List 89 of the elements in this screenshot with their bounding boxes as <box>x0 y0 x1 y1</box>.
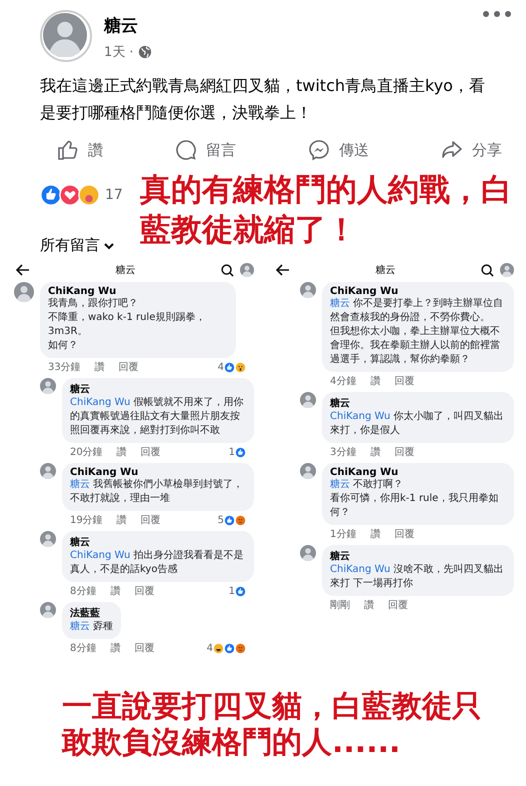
reply-link[interactable]: 回覆 <box>394 374 414 388</box>
comment-text: 看你可憐，你用k-1 rule，我只用拳如何？ <box>330 492 500 520</box>
more-options-icon[interactable] <box>482 10 512 18</box>
comment-text: 不降重，wako k-1 rule規則踢拳，3m3R。 <box>48 311 206 339</box>
comment-text: 糖云 你不是要打拳上？到時主辦單位自然會查核我的身份證，不勞你費心。 <box>330 297 504 325</box>
post-text: 我在這邊正式約戰青鳥網紅四叉貓，twitch青鳥直播主kyo，看是要打哪種格鬥隨便你選，決戰拳上！ <box>40 75 486 124</box>
speech-bubble-icon <box>174 138 198 162</box>
like-link[interactable]: 讚 <box>370 527 380 541</box>
commenter-name: ChiKang Wu <box>70 467 140 478</box>
post-time: 1天 · <box>104 44 134 61</box>
like-link[interactable]: 讚 <box>94 360 105 374</box>
globe-icon <box>138 45 152 59</box>
reply-link[interactable]: 回覆 <box>140 445 161 459</box>
comment-time: 3分鐘 <box>330 446 356 459</box>
comment-text: ChiKang Wu 沒啥不敢，先叫四叉貓出來打 下一場再打你 <box>330 563 505 591</box>
comment-time: 20分鐘 <box>70 446 103 459</box>
comment-time: 8分鐘 <box>70 642 96 655</box>
comment-text: 糖云 不敢打啊？ <box>330 478 404 492</box>
avatar <box>300 545 316 561</box>
messenger-icon <box>307 138 331 162</box>
comment-filter-dropdown[interactable]: 所有留言 <box>40 236 140 255</box>
reaction-count: 17 <box>105 187 123 203</box>
reaction-count: 1 <box>228 446 235 458</box>
comment-button[interactable]: 留言 <box>174 138 236 162</box>
screenshot-title: 糖云 <box>114 264 136 277</box>
commenter-name: 法藍藍 <box>70 606 101 620</box>
reply-link[interactable]: 回覆 <box>394 445 414 459</box>
comment-text: ChiKang Wu 你太小咖了，叫四叉貓出來打，你是假人 <box>330 410 505 438</box>
chevron-down-icon <box>104 242 114 250</box>
reply-link[interactable]: 回覆 <box>118 360 139 374</box>
commenter-name: ChiKang Wu <box>330 286 400 297</box>
like-link[interactable]: 讚 <box>110 584 120 598</box>
avatar <box>240 263 254 277</box>
like-link[interactable]: 讚 <box>364 598 374 612</box>
caption: 真的有練格鬥的人約戰，白藍教徒就縮了！ <box>140 171 513 250</box>
search-icon[interactable] <box>221 264 234 276</box>
send-button[interactable]: 傳送 <box>307 138 369 162</box>
like-button[interactable]: 讚 <box>56 138 103 162</box>
avatar <box>500 263 514 277</box>
author-name[interactable]: 糖云 <box>104 14 470 37</box>
reaction-count: 1 <box>228 586 235 596</box>
reaction-count: 4 <box>206 642 213 654</box>
search-icon[interactable] <box>481 264 494 276</box>
avatar <box>43 13 87 57</box>
commenter-name: 糖云 <box>70 382 91 396</box>
reply-link[interactable]: 回覆 <box>388 598 408 612</box>
caption: 一直說要打四叉貓，白藍教徒只敢欺負沒練格鬥的人...... <box>60 689 482 761</box>
screenshot-title: 糖云 <box>374 264 396 277</box>
comment-text: 如何？ <box>48 339 79 353</box>
comment-time: 8分鐘 <box>70 585 96 598</box>
comment-time: 33分鐘 <box>48 361 81 374</box>
comment-text: ChiKang Wu 假帳號就不用來了，用你的真實帳號過往貼文有大量照片朋友按照回覆再來說，絕對打到你叫不敢 <box>70 396 245 438</box>
comment-time: 剛剛 <box>330 599 350 612</box>
like-link[interactable]: 讚 <box>370 374 380 388</box>
reply-link[interactable]: 回覆 <box>140 513 161 527</box>
commenter-name: ChiKang Wu <box>48 286 118 297</box>
comment-text: 但我想你太小咖，拳上主辦單位大概不會理你。我在拳願主辦人以前的館裡當過選手，算認識，幫你約拳願？ <box>330 325 501 367</box>
avatar <box>14 282 34 302</box>
comment-time: 4分鐘 <box>330 375 356 388</box>
avatar <box>40 602 56 618</box>
commenter-name: 糖云 <box>70 536 91 549</box>
avatar <box>300 463 316 479</box>
avatar <box>300 392 316 408</box>
avatar <box>300 282 316 298</box>
reaction-count: 4 <box>218 362 224 372</box>
back-arrow-icon[interactable] <box>16 264 30 276</box>
comment-text: 糖云 我舊帳被你們小草檢舉到封號了，不敢打就說，理由一堆 <box>70 478 244 506</box>
reaction-count: 5 <box>218 514 224 526</box>
comment-text: 我青鳥，跟你打吧？ <box>48 297 139 311</box>
like-link[interactable]: 讚 <box>116 513 127 527</box>
comment-text: ChiKang Wu 拍出身分證我看看是不是真人，不是的話kyo告感 <box>70 549 245 577</box>
back-arrow-icon[interactable] <box>276 264 290 276</box>
avatar <box>40 463 56 479</box>
avatar <box>40 531 56 547</box>
share-button[interactable]: 分享 <box>440 138 502 162</box>
reply-link[interactable]: 回覆 <box>134 641 154 655</box>
commenter-name: ChiKang Wu <box>330 467 400 478</box>
reply-link[interactable]: 回覆 <box>394 527 414 541</box>
like-link[interactable]: 讚 <box>116 445 127 459</box>
comment-time: 19分鐘 <box>70 514 103 527</box>
like-link[interactable]: 讚 <box>370 445 380 459</box>
reply-link[interactable]: 回覆 <box>134 584 154 598</box>
commenter-name: 糖云 <box>330 396 351 410</box>
avatar <box>40 378 56 394</box>
comment-text: 糖云 孬種 <box>70 620 114 634</box>
commenter-name: 糖云 <box>330 550 351 563</box>
comment-time: 1分鐘 <box>330 528 356 541</box>
like-link[interactable]: 讚 <box>110 641 120 655</box>
thumbs-up-icon <box>56 138 80 162</box>
